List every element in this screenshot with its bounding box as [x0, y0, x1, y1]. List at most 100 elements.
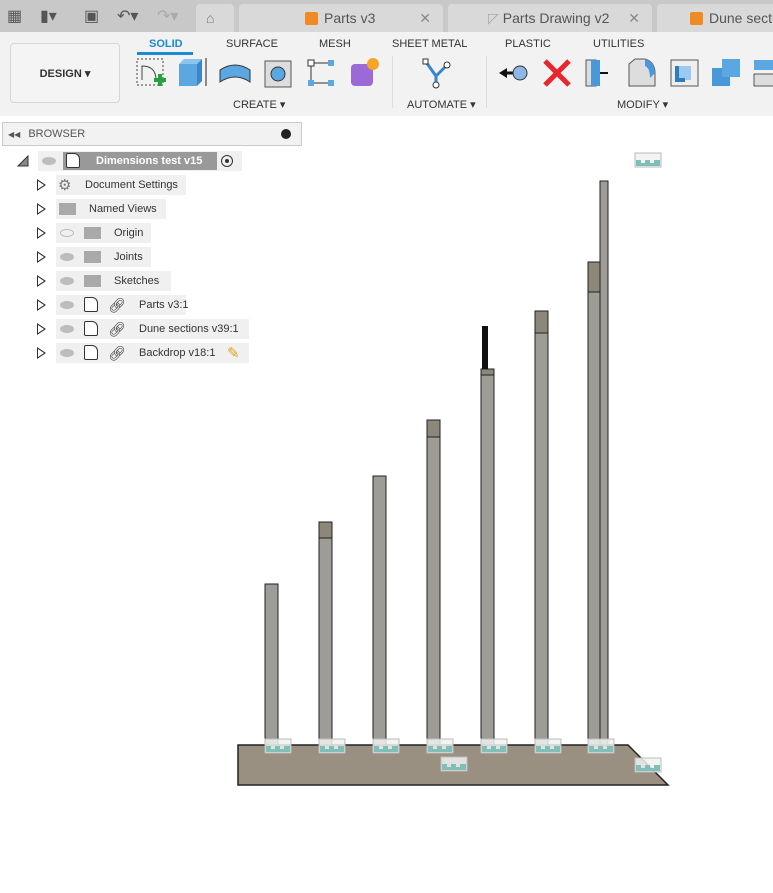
expanded-triangle-icon[interactable] — [17, 155, 29, 167]
expand-triangle-icon[interactable] — [37, 275, 46, 287]
extrude-icon[interactable] — [176, 56, 210, 90]
tab-mesh[interactable]: MESH — [319, 38, 351, 50]
tab-parts[interactable]: Parts v3 ✕ — [239, 4, 443, 32]
expand-triangle-icon[interactable] — [37, 227, 46, 239]
expand-triangle-icon[interactable] — [37, 179, 46, 191]
browser-item[interactable]: Sketches — [0, 271, 260, 291]
automate-icon[interactable] — [420, 56, 454, 90]
tab-utilities[interactable]: UTILITIES — [593, 38, 644, 50]
hole-icon[interactable] — [262, 56, 296, 90]
post-cap[interactable] — [587, 261, 602, 293]
joint-glyph[interactable] — [442, 764, 466, 770]
visibility-eye-icon[interactable] — [60, 277, 74, 285]
joint-glyph[interactable] — [374, 746, 398, 752]
file-icon[interactable]: ▮▾ — [40, 6, 57, 26]
browser-item[interactable]: 🔗︎ Backdrop v18:1 ✎ — [0, 343, 260, 363]
joint-icon[interactable] — [534, 738, 562, 754]
visibility-eye-icon[interactable] — [60, 301, 74, 309]
browser-item[interactable]: Named Views — [0, 199, 260, 219]
joint-icon[interactable] — [318, 738, 346, 754]
close-icon[interactable]: ✕ — [419, 10, 431, 27]
tree-root[interactable]: Dimensions test v15 — [0, 151, 260, 171]
tab-dune-sections[interactable]: Dune sectio — [657, 4, 773, 32]
revolve-icon[interactable] — [218, 56, 252, 90]
post-body[interactable] — [264, 583, 279, 746]
joint-icon[interactable] — [372, 738, 400, 754]
post-body[interactable] — [480, 368, 495, 746]
automate-menu[interactable]: AUTOMATE ▾ — [407, 98, 476, 111]
tab-surface[interactable]: SURFACE — [226, 38, 278, 50]
post-cap[interactable] — [426, 419, 441, 438]
tab-solid[interactable]: SOLID — [149, 38, 183, 50]
tab-parts-drawing[interactable]: ◸ Parts Drawing v2 ✕ — [448, 4, 652, 32]
redo-icon[interactable]: ↷▾ — [157, 6, 178, 26]
post-cap[interactable] — [480, 368, 495, 376]
post-body[interactable] — [587, 261, 602, 746]
visibility-eye-icon[interactable] — [60, 253, 74, 261]
close-icon[interactable]: ✕ — [628, 10, 640, 27]
create-menu[interactable]: CREATE ▾ — [233, 98, 285, 111]
joint-glyph[interactable] — [482, 746, 506, 752]
expand-triangle-icon[interactable] — [37, 347, 46, 359]
create-form-icon[interactable] — [347, 56, 381, 90]
home-icon: ⌂ — [206, 10, 215, 26]
tall-post-body[interactable] — [599, 180, 609, 746]
joint-icon[interactable] — [264, 738, 292, 754]
joint-glyph[interactable] — [536, 746, 560, 752]
tab-sheet-metal[interactable]: SHEET METAL — [392, 38, 467, 50]
delete-icon[interactable] — [540, 56, 574, 90]
visibility-eye-icon[interactable] — [42, 157, 56, 165]
hidden-eye-icon[interactable] — [60, 229, 74, 237]
browser-item-label: Origin — [114, 227, 144, 239]
press-pull-icon[interactable] — [497, 56, 531, 90]
browser-item[interactable]: 🔗︎ Parts v3:1 — [0, 295, 260, 315]
workspace-switcher[interactable]: DESIGN ▾ — [10, 43, 120, 103]
joint-icon[interactable] — [634, 757, 662, 773]
fillet-icon[interactable] — [625, 56, 659, 90]
dark-part[interactable] — [482, 326, 488, 369]
split-icon[interactable] — [752, 56, 773, 90]
post-body[interactable] — [426, 419, 441, 746]
post-body[interactable] — [372, 475, 387, 746]
visibility-eye-icon[interactable] — [60, 325, 74, 333]
tab-plastic[interactable]: PLASTIC — [505, 38, 551, 50]
joint-glyph[interactable] — [320, 746, 344, 752]
joint-icon[interactable] — [426, 738, 454, 754]
joint-glyph[interactable] — [266, 746, 290, 752]
joint-glyph[interactable] — [428, 746, 452, 752]
joint-icon[interactable] — [440, 756, 468, 772]
grid-menu-icon[interactable]: ▦ — [7, 6, 22, 26]
joint-glyph[interactable] — [589, 746, 613, 752]
collapse-panel-icon[interactable]: ◀◀ — [8, 130, 20, 139]
expand-triangle-icon[interactable] — [37, 251, 46, 263]
undo-icon[interactable]: ↶▾ — [117, 6, 138, 26]
chamfer-icon[interactable] — [668, 56, 702, 90]
base-body[interactable] — [237, 744, 670, 786]
expand-triangle-icon[interactable] — [37, 299, 46, 311]
create-sketch-icon[interactable] — [134, 56, 168, 90]
joint-icon[interactable] — [634, 152, 662, 168]
joint-glyph[interactable] — [636, 765, 660, 771]
expand-triangle-icon[interactable] — [37, 323, 46, 335]
post-body[interactable] — [534, 310, 549, 746]
minimize-icon[interactable] — [281, 129, 291, 139]
joint-icon[interactable] — [480, 738, 508, 754]
shell-icon[interactable] — [582, 56, 616, 90]
expand-triangle-icon[interactable] — [37, 203, 46, 215]
browser-item[interactable]: 🔗︎ Dune sections v39:1 — [0, 319, 260, 339]
joint-glyph[interactable] — [636, 160, 660, 166]
visibility-eye-icon[interactable] — [60, 349, 74, 357]
post-cap[interactable] — [534, 310, 549, 334]
joint-icon[interactable] — [587, 738, 615, 754]
save-icon[interactable]: ▣ — [84, 6, 99, 26]
pattern-icon[interactable] — [304, 56, 338, 90]
activate-radio-icon[interactable] — [221, 155, 233, 167]
modify-menu[interactable]: MODIFY ▾ — [617, 98, 668, 111]
post-body[interactable] — [318, 521, 333, 746]
home-tab[interactable]: ⌂ — [196, 4, 234, 32]
browser-item[interactable]: ⚙ Document Settings — [0, 175, 260, 195]
post-cap[interactable] — [318, 521, 333, 539]
browser-item[interactable]: Joints — [0, 247, 260, 267]
browser-item[interactable]: Origin — [0, 223, 260, 243]
combine-icon[interactable] — [710, 56, 744, 90]
